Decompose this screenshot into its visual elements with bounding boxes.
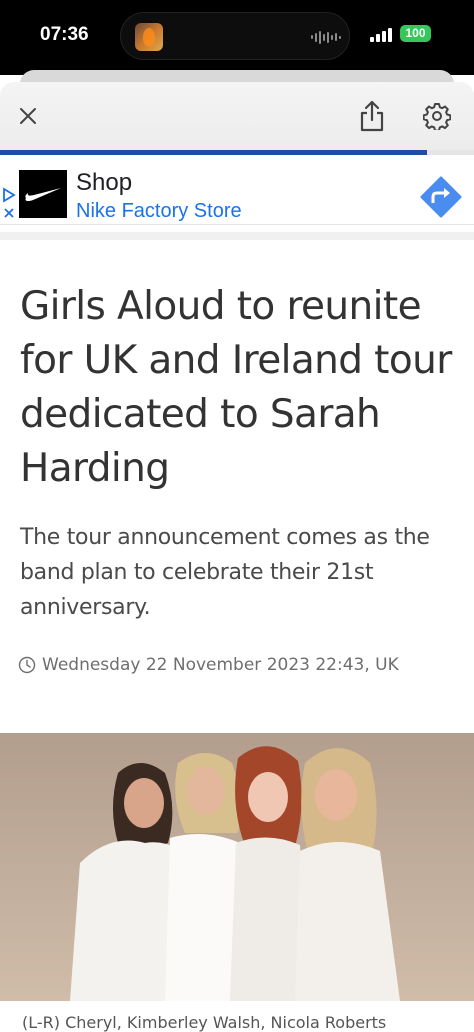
ad-choices-icon[interactable]	[2, 187, 16, 226]
article-date: Wednesday 22 November 2023 22:43, UK	[42, 655, 399, 675]
settings-button[interactable]	[417, 96, 457, 136]
article-dateline: Wednesday 22 November 2023 22:43, UK	[18, 655, 399, 675]
image-caption: (L-R) Cheryl, Kimberley Walsh, Nicola Ro…	[22, 1013, 387, 1032]
dynamic-island[interactable]	[120, 12, 350, 60]
band-photo-illustration	[0, 733, 474, 1001]
page-load-progress-fill	[0, 150, 427, 155]
share-button[interactable]	[352, 96, 392, 136]
article-standfirst: The tour announcement comes as the band …	[20, 525, 430, 620]
article-hero-image[interactable]	[0, 733, 474, 1001]
in-app-browser-toolbar	[0, 82, 474, 152]
article-headline: Girls Aloud to reunite for UK and Irelan…	[20, 284, 452, 491]
ad-directions-button[interactable]	[420, 176, 462, 218]
now-playing-app-icon	[135, 23, 163, 51]
battery-indicator: 100	[400, 25, 431, 42]
ad-banner[interactable]: Shop Nike Factory Store	[0, 163, 474, 225]
close-button[interactable]	[8, 96, 48, 136]
status-bar: 07:36 100	[0, 0, 474, 75]
status-time: 07:36	[40, 24, 89, 45]
ad-subtitle-link[interactable]: Nike Factory Store	[76, 200, 242, 223]
ad-title[interactable]: Shop	[76, 169, 132, 197]
share-icon	[360, 100, 384, 132]
gear-icon	[423, 103, 451, 130]
clock-icon	[18, 656, 36, 674]
close-icon	[20, 108, 36, 124]
directions-arrow-icon	[420, 176, 462, 218]
cellular-signal-icon	[370, 28, 392, 42]
nike-logo	[19, 170, 67, 218]
page-load-progress	[0, 150, 474, 155]
audio-waveform-icon	[311, 30, 341, 44]
ad-separator	[0, 232, 474, 240]
